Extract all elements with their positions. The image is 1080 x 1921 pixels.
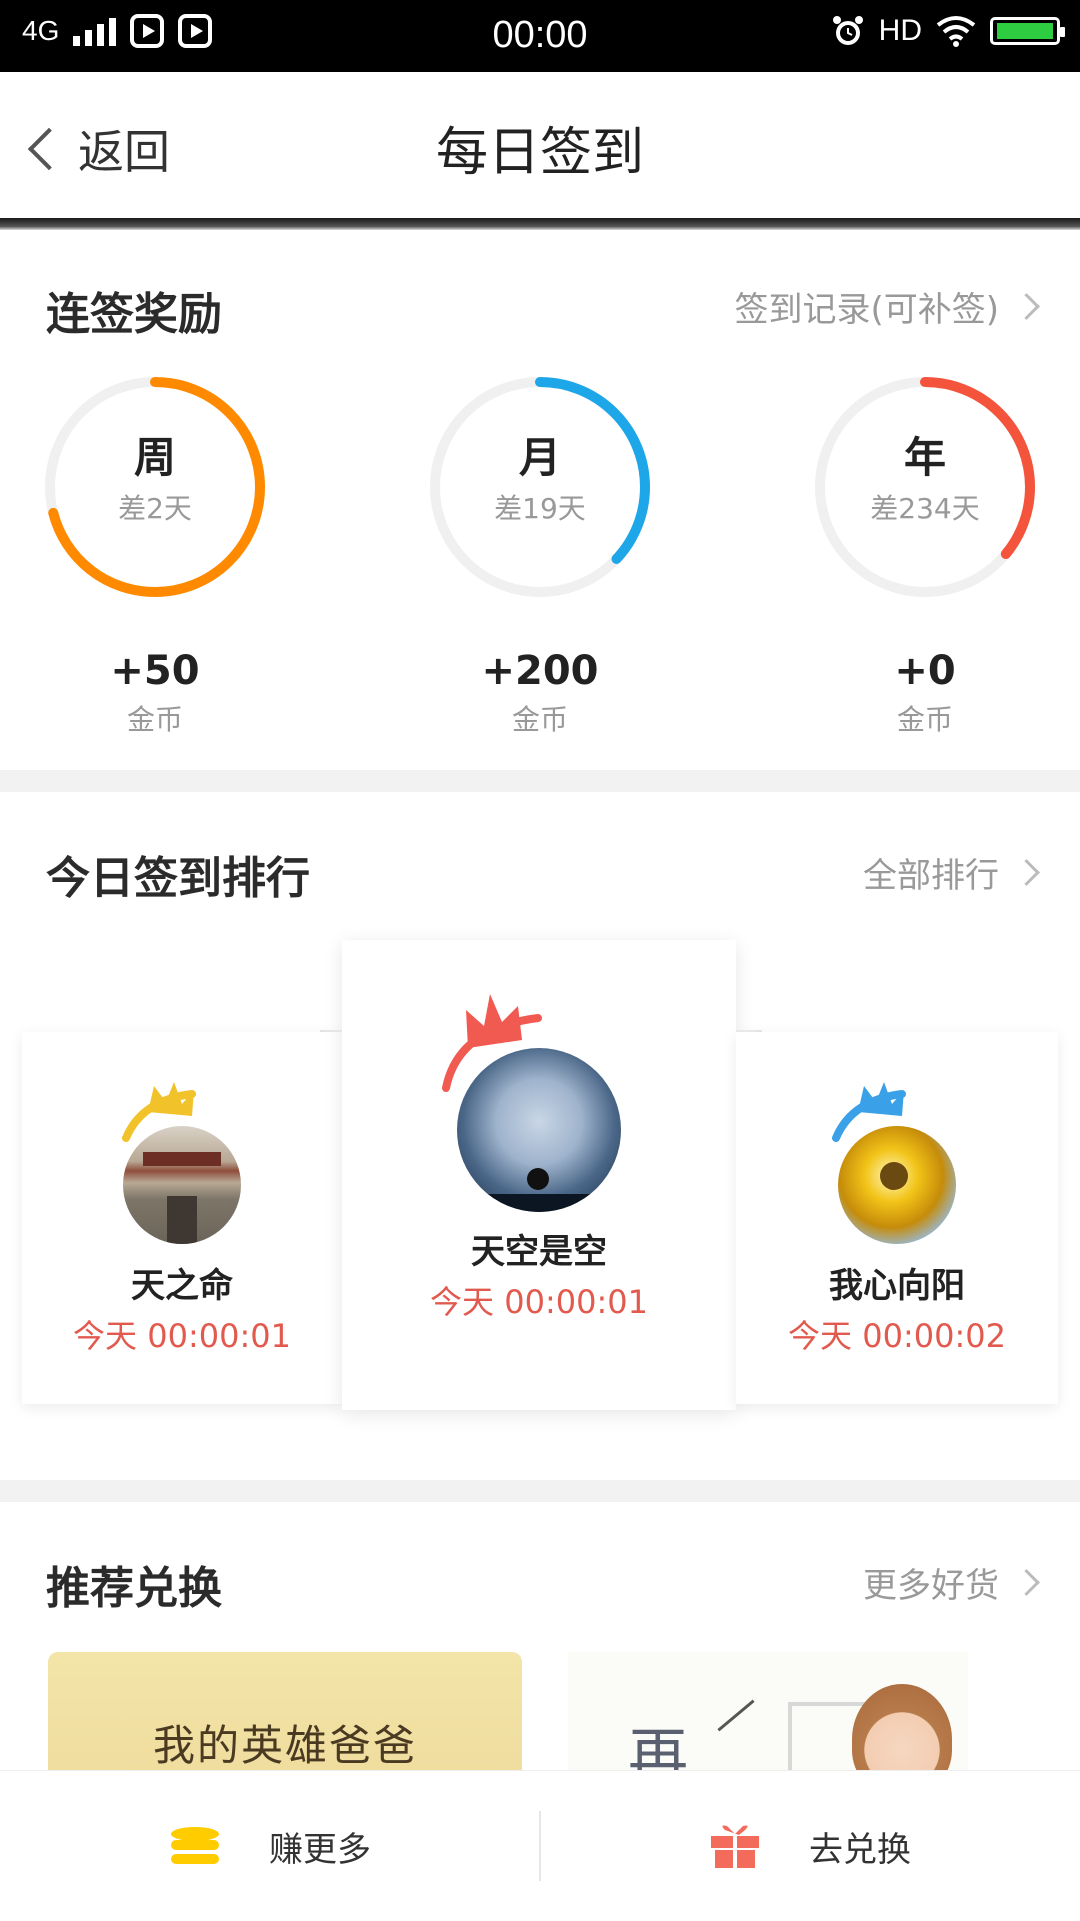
ring-text: 月 差19天 — [425, 424, 655, 527]
avatar — [838, 1126, 956, 1244]
streak-ring-week: 周 差2天 +50 金币 — [40, 372, 270, 738]
reward-unit: 金币 — [126, 703, 183, 736]
avatar-wrap — [736, 1080, 1058, 1244]
gift-icon — [711, 1825, 759, 1868]
ring-label: 月 — [518, 433, 561, 482]
rank-user-name: 天空是空 — [471, 1232, 607, 1272]
ranking-section-title: 今日签到排行 — [46, 853, 310, 904]
streak-ring-month: 月 差19天 +200 金币 — [425, 372, 655, 738]
exchange-button[interactable]: 去兑换 — [540, 1771, 1080, 1921]
avatar — [123, 1126, 241, 1244]
recommend-item-1[interactable]: 我的英雄爸爸 — [48, 1652, 522, 1782]
streak-ring-year: 年 差234天 +0 金币 — [810, 372, 1040, 738]
rank-info: 我心向阳 今天 00:00:02 — [736, 1258, 1058, 1357]
reward-amount: +200 — [481, 648, 599, 694]
ring-label: 周 — [133, 433, 176, 482]
reward-amount: +50 — [110, 648, 200, 694]
sign-record-link[interactable]: 签到记录(可补签) — [734, 282, 1040, 331]
earn-more-label: 赚更多 — [269, 1829, 371, 1870]
header-divider — [0, 218, 1080, 230]
ring-remaining: 差2天 — [118, 492, 192, 525]
avatar-wrap — [342, 988, 736, 1212]
ring-remaining: 差234天 — [870, 492, 980, 525]
rank-card-second[interactable]: 天之命 今天 00:00:01 — [22, 1032, 342, 1404]
sign-record-label: 签到记录(可补签) — [734, 290, 999, 330]
section-divider — [0, 770, 1080, 792]
ring-remaining: 差19天 — [494, 492, 586, 525]
hd-indicator: HD — [878, 14, 922, 47]
avatar — [457, 1048, 621, 1212]
reward-unit: 金币 — [896, 703, 953, 736]
ring-text: 周 差2天 — [40, 424, 270, 527]
rank-info: 天空是空 今天 00:00:01 — [342, 1224, 736, 1323]
earn-more-button[interactable]: 赚更多 — [0, 1771, 540, 1921]
all-ranking-link[interactable]: 全部排行 — [863, 848, 1040, 897]
rank-user-name: 天之命 — [131, 1266, 233, 1306]
rank-user-name: 我心向阳 — [829, 1266, 965, 1306]
battery-icon — [990, 17, 1065, 45]
recommend-item-2[interactable]: 再 — [568, 1652, 968, 1782]
status-bar: 4G 00:00 HD — [0, 0, 1080, 72]
wifi-icon — [936, 16, 976, 47]
rank-card-first[interactable]: 天空是空 今天 00:00:01 — [342, 940, 736, 1410]
ring-text: 年 差234天 — [810, 424, 1040, 527]
rank-card-third[interactable]: 我心向阳 今天 00:00:02 — [736, 1032, 1058, 1404]
exchange-label: 去兑换 — [809, 1829, 911, 1870]
chevron-right-icon — [1013, 859, 1040, 886]
reward-unit: 金币 — [511, 703, 568, 736]
more-goods-label: 更多好货 — [863, 1566, 999, 1606]
chevron-right-icon — [1013, 1569, 1040, 1596]
ring-label: 年 — [903, 433, 946, 482]
recommend-item-text: 我的英雄爸爸 — [152, 1721, 417, 1770]
decor-stroke — [717, 1699, 755, 1732]
reward-amount: +0 — [894, 648, 956, 694]
rank-sign-time: 今天 00:00:02 — [788, 1317, 1006, 1355]
more-goods-link[interactable]: 更多好货 — [863, 1558, 1040, 1607]
streak-section-title: 连签奖励 — [46, 289, 222, 340]
avatar-wrap — [22, 1080, 342, 1244]
recommend-section-title: 推荐兑换 — [46, 1563, 222, 1614]
rank-sign-time: 今天 00:00:01 — [430, 1283, 648, 1321]
nav-header: 返回 每日签到 — [0, 72, 1080, 218]
status-right: HD — [831, 14, 1065, 48]
illustration-face — [852, 1684, 952, 1782]
alarm-icon — [832, 16, 863, 45]
rank-sign-time: 今天 00:00:01 — [73, 1317, 291, 1355]
chevron-right-icon — [1013, 293, 1040, 320]
coins-icon — [171, 1827, 219, 1864]
bottom-tab-bar: 赚更多 去兑换 — [0, 1770, 1080, 1921]
rank-info: 天之命 今天 00:00:01 — [22, 1258, 342, 1357]
all-ranking-label: 全部排行 — [863, 856, 999, 896]
section-divider — [0, 1480, 1080, 1502]
page-title: 每日签到 — [435, 123, 644, 183]
